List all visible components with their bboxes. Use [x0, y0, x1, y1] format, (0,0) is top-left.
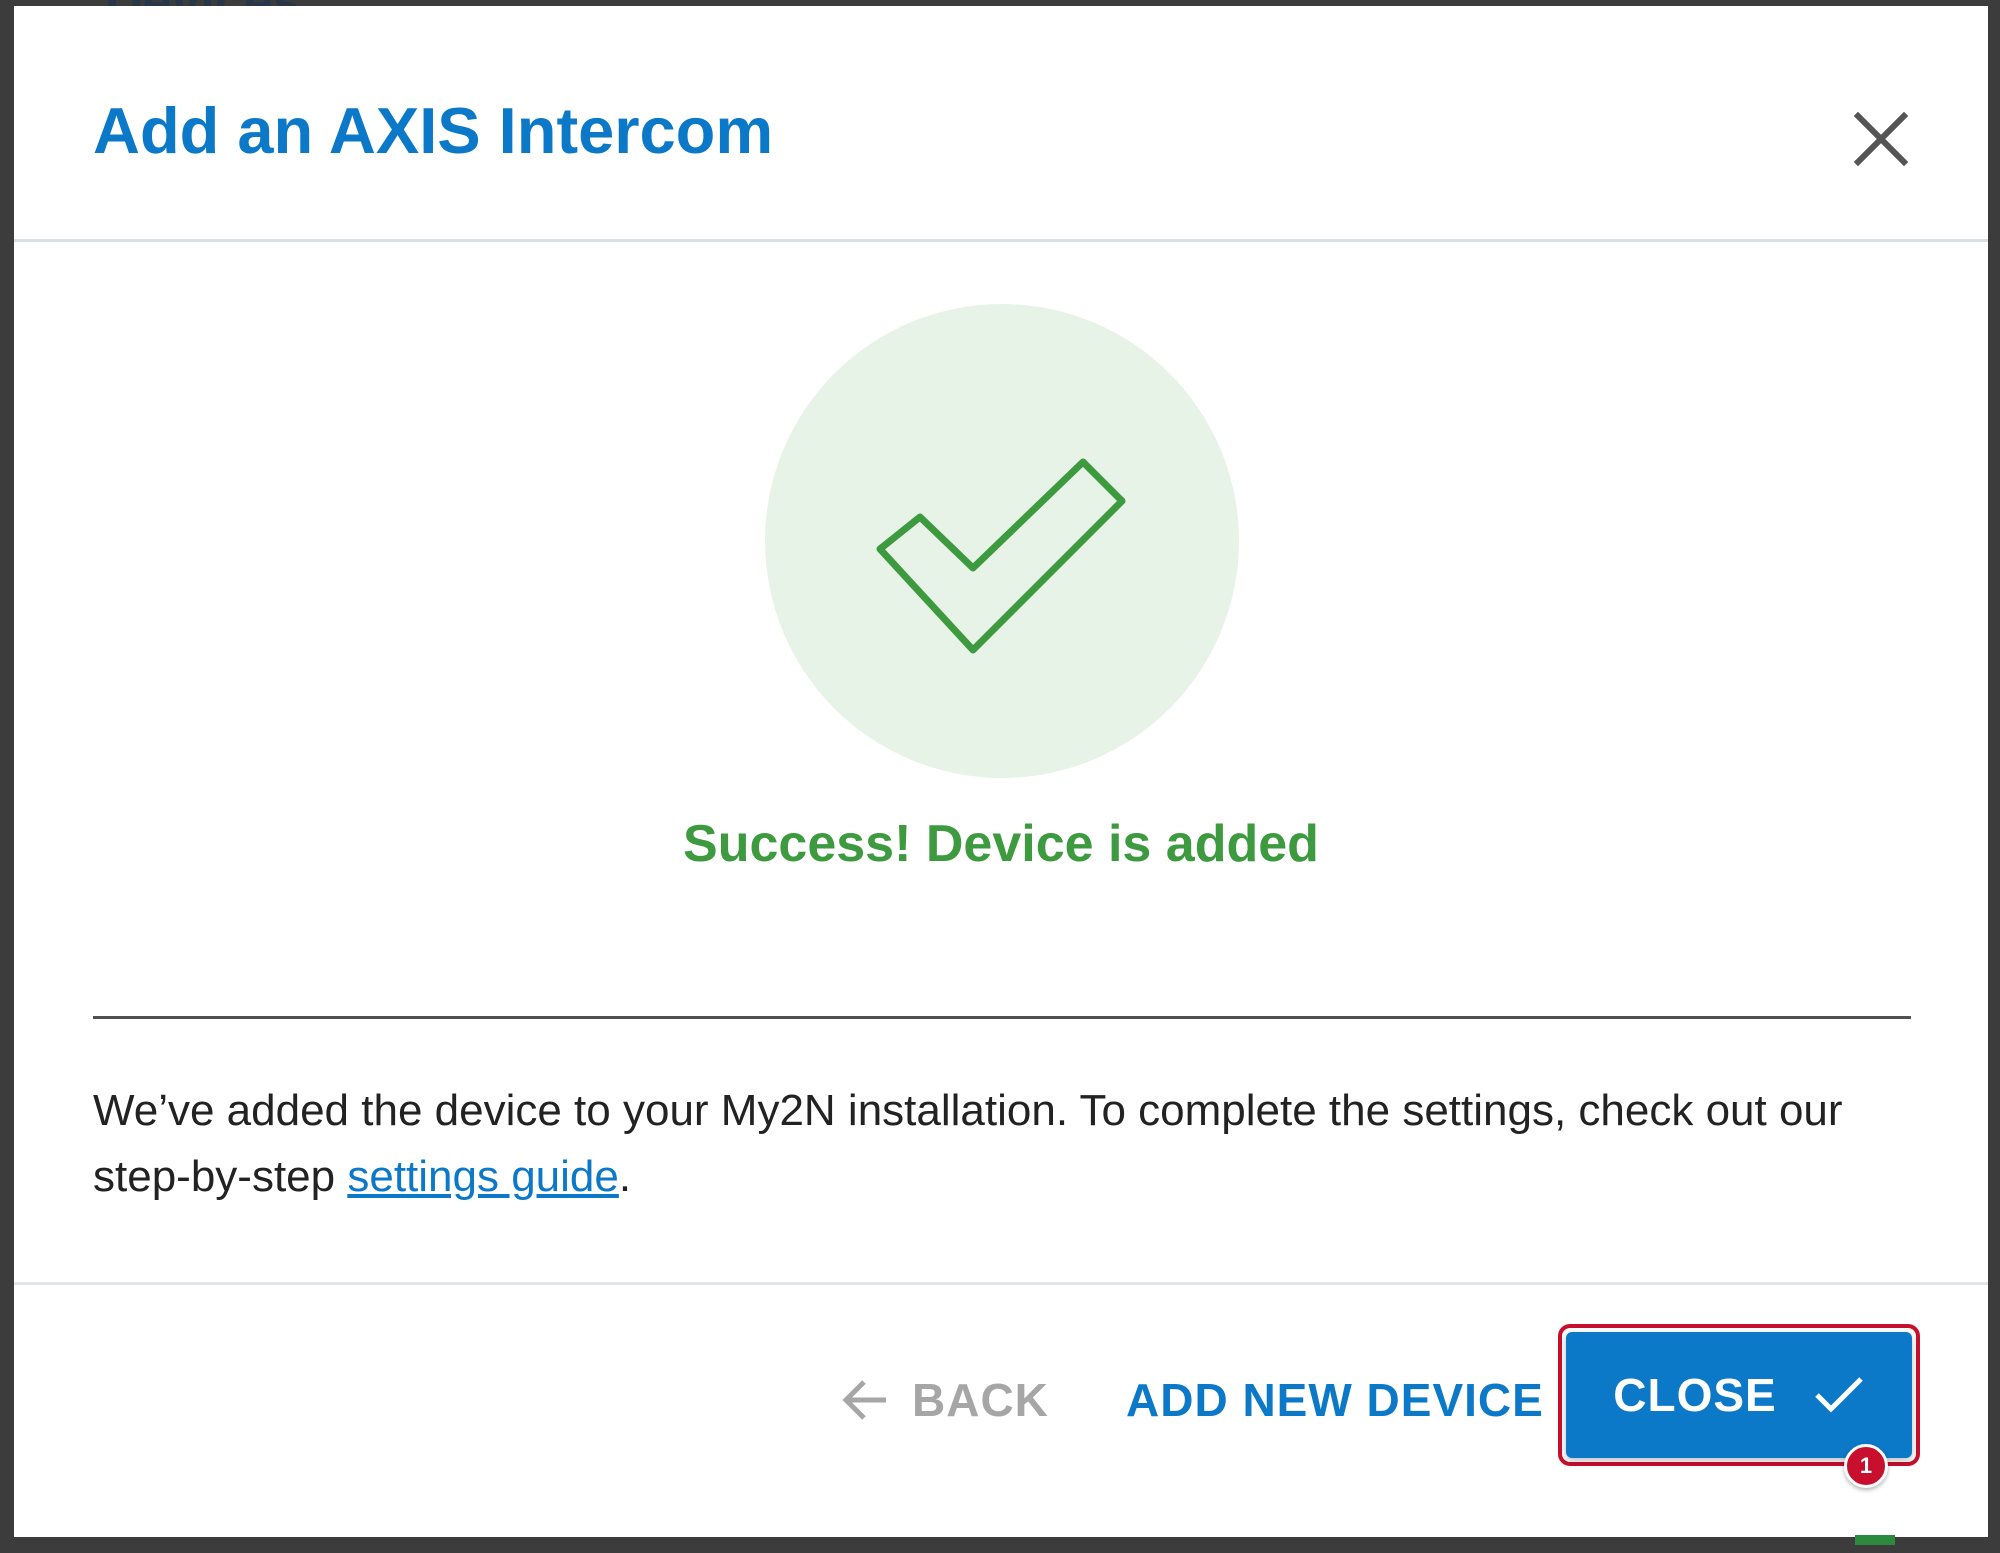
dialog-title: Add an AXIS Intercom: [93, 94, 774, 167]
backdrop-element: [1855, 1535, 1895, 1545]
check-icon: [876, 458, 1126, 654]
settings-guide-link[interactable]: settings guide: [347, 1152, 619, 1201]
success-indicator: [765, 304, 1239, 778]
info-text-end: .: [618, 1152, 632, 1201]
back-button[interactable]: BACK: [840, 1360, 1049, 1440]
check-icon: [1814, 1377, 1863, 1413]
close-icon[interactable]: [1850, 108, 1912, 170]
close-button-label: CLOSE: [1613, 1369, 1777, 1421]
footer-divider: [14, 1282, 1988, 1285]
add-new-device-button[interactable]: ADD NEW DEVICE: [1126, 1360, 1544, 1440]
arrow-left-icon: [842, 1380, 886, 1420]
success-message: Success! Device is added: [683, 815, 1319, 873]
add-new-device-label: ADD NEW DEVICE: [1126, 1374, 1544, 1426]
info-paragraph: We’ve added the device to your My2N inst…: [93, 1078, 1923, 1210]
back-button-label: BACK: [912, 1374, 1049, 1426]
step-badge: 1: [1844, 1444, 1888, 1488]
dialog-header: Add an AXIS Intercom: [14, 6, 1988, 242]
close-button[interactable]: CLOSE: [1566, 1332, 1912, 1458]
content-divider: [93, 1016, 1911, 1019]
add-device-dialog: Add an AXIS Intercom Success! Device is …: [14, 6, 1988, 1537]
